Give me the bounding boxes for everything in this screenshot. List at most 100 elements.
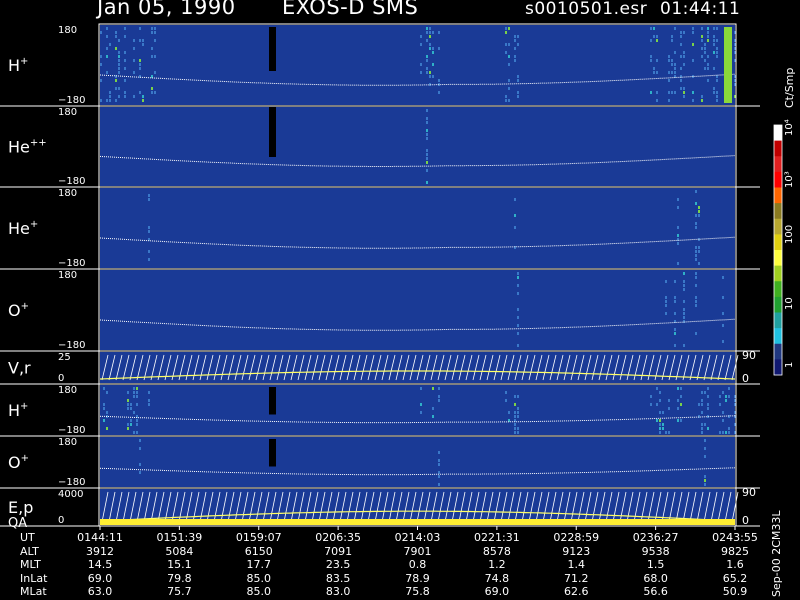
flux-cell (438, 399, 440, 402)
flux-cell (665, 300, 667, 303)
flux-cell (124, 51, 126, 54)
flux-cell (124, 91, 126, 94)
flux-cell (650, 91, 652, 94)
ephemeris-value: 6150 (244, 544, 273, 558)
flux-cell (704, 67, 706, 70)
flux-cell (151, 87, 153, 90)
flux-cell (728, 415, 730, 418)
flux-cell (704, 43, 706, 46)
flux-cell (650, 27, 652, 30)
flux-cell (674, 51, 676, 54)
flux-cell (683, 344, 685, 347)
flux-cell (508, 27, 510, 30)
flux-cell (704, 483, 706, 486)
flux-cell (130, 407, 132, 410)
flux-cell (683, 316, 685, 319)
flux-cell (139, 439, 141, 442)
flux-cell (517, 324, 519, 327)
ephemeris-value: 68.0 (643, 571, 668, 585)
colorbar-segment (774, 312, 782, 329)
flux-cell (692, 91, 694, 94)
flux-cell (517, 79, 519, 82)
flux-cell (692, 99, 694, 102)
flux-cell (133, 387, 135, 390)
flux-cell (707, 39, 709, 42)
y-tick-bottom: −180 (58, 258, 85, 269)
flux-cell (674, 296, 676, 299)
flux-cell (426, 169, 428, 172)
flux-cell (656, 403, 658, 406)
flux-cell (426, 149, 428, 152)
y-tick-bottom: −180 (58, 176, 85, 187)
flux-cell (698, 246, 700, 249)
flux-cell (716, 95, 718, 98)
ephemeris-row-label: ALT (20, 544, 39, 558)
y-tick-bottom: −180 (58, 340, 85, 351)
flux-cell (668, 91, 670, 94)
flux-cell (133, 431, 135, 434)
flux-cell (106, 71, 108, 74)
colorbar-segment (774, 281, 782, 298)
flux-cell (514, 431, 516, 434)
flux-cell (683, 55, 685, 58)
flux-cell (118, 67, 120, 70)
flux-cell (668, 79, 670, 82)
flux-cell (695, 272, 697, 275)
flux-cell (508, 87, 510, 90)
flux-cell (106, 99, 108, 102)
flux-cell (517, 427, 519, 430)
flux-cell (680, 87, 682, 90)
flux-cell (154, 71, 156, 74)
flux-cell (680, 43, 682, 46)
flux-cell (151, 27, 153, 30)
colorbar-tick-label: 1 (784, 362, 795, 368)
flux-cell (139, 471, 141, 474)
panel-background (100, 188, 735, 268)
qa-band (100, 519, 735, 525)
flux-cell (106, 411, 108, 414)
flux-cell (707, 55, 709, 58)
ephemeris-value: 0243:55 (712, 531, 758, 544)
flux-cell (695, 226, 697, 229)
colorbar-segment (774, 234, 782, 251)
flux-cell (426, 161, 428, 164)
flux-cell (719, 395, 721, 398)
flux-cell (725, 395, 727, 398)
flux-cell (656, 35, 658, 38)
flux-cell (139, 27, 141, 30)
flux-cell (438, 451, 440, 454)
flux-cell (124, 35, 126, 38)
flux-cell (695, 202, 697, 205)
flux-cell (668, 399, 670, 402)
flux-cell (505, 43, 507, 46)
flux-cell (722, 431, 724, 434)
flux-cell (695, 276, 697, 279)
flux-cell (680, 35, 682, 38)
flux-cell (154, 39, 156, 42)
flux-cell (517, 316, 519, 319)
flux-cell (716, 27, 718, 30)
colorbar-segment (774, 125, 782, 142)
flux-cell (130, 419, 132, 422)
flux-cell (118, 63, 120, 66)
flux-cell (429, 43, 431, 46)
y-tick-top: 180 (58, 437, 77, 448)
flux-cell (124, 59, 126, 62)
flux-cell (716, 91, 718, 94)
flux-cell (650, 403, 652, 406)
panel-background (100, 437, 735, 487)
flux-cell (728, 395, 730, 398)
ephemeris-row: InLat 69.0 79.8 85.0 83.5 78.9 74.8 71.2 68.0 65.… (0, 572, 770, 586)
flux-cell (680, 387, 682, 390)
flux-cell (106, 35, 108, 38)
flux-cell (698, 250, 700, 253)
ephemeris-row-label: UT (20, 531, 35, 544)
flux-cell (659, 411, 661, 414)
flux-cell (722, 296, 724, 299)
flux-cell (151, 47, 153, 50)
flux-cell (508, 43, 510, 46)
colorbar-tick-label: 10 (784, 297, 795, 310)
flux-cell (420, 411, 422, 414)
flux-cell (154, 31, 156, 34)
flux-cell (118, 71, 120, 74)
